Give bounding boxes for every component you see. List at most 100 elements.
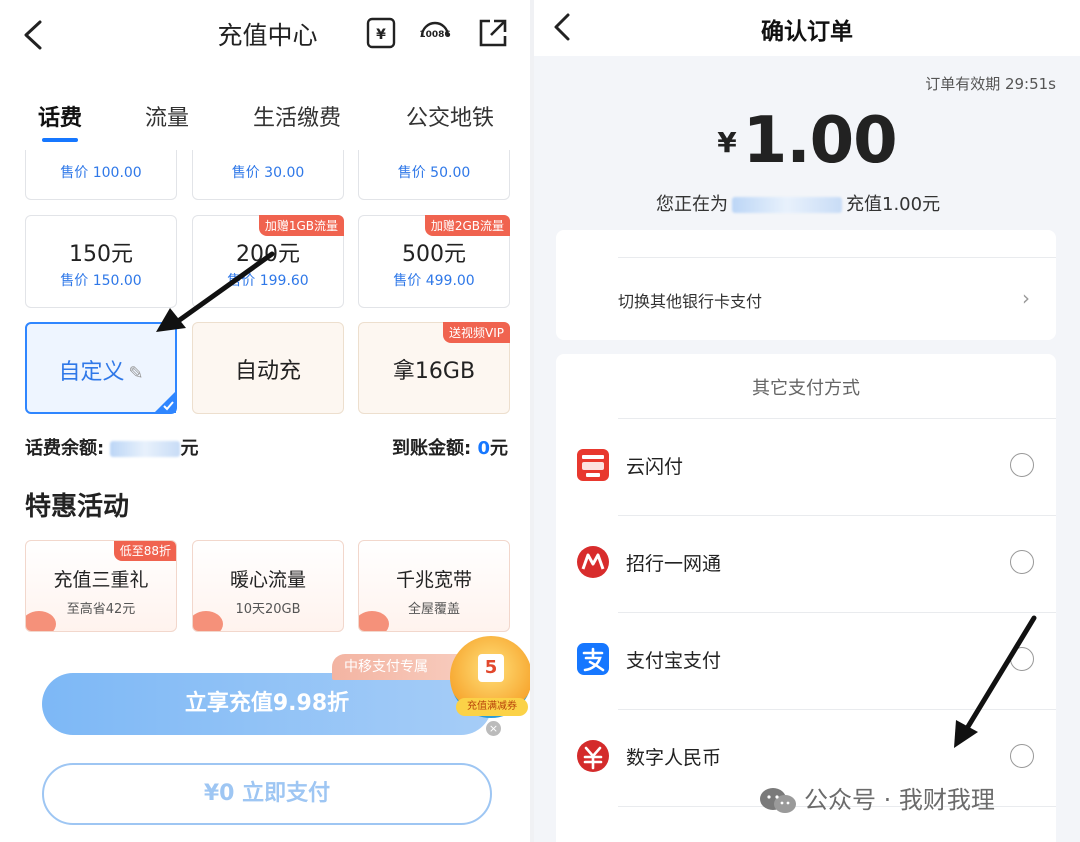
alipay-icon [577,643,609,675]
promo-decoration [359,611,389,631]
share-icon[interactable] [476,16,510,50]
other-methods-title: 其它支付方式 [752,378,860,399]
method-name: 云闪付 [626,456,684,478]
hotline-label: 10086 [419,30,450,40]
order-amount: ¥1.00 [534,104,1080,178]
data-16gb-label: 拿16GB [392,359,476,384]
bill-icon[interactable]: ¥ [364,16,398,50]
for-suffix: 充值1.00元 [846,194,941,215]
amount-card-500[interactable]: 加赠2GB流量 500元 售价 499.00 [358,215,510,308]
cmb-icon [577,546,609,578]
promo-decoration [193,611,223,631]
custom-amount-card[interactable]: 自定义 ✎ [25,322,177,414]
order-confirm-screen: 确认订单 订单有效期 29:51s ¥1.00 您正在为 充值1.00元 切换其他… [534,0,1080,842]
bonus-badge: 加赠1GB流量 [258,215,344,236]
promo-title: 充值三重礼 [53,569,149,591]
pay-method-alipay[interactable]: 支付宝支付 [556,612,1056,709]
price-label: 售价 100.00 [60,165,142,181]
pay-now-button[interactable]: ¥0 立即支付 [42,763,492,825]
masked-number [732,197,842,213]
bonus-badge: 加赠2GB流量 [424,215,510,236]
payment-methods: 其它支付方式 云闪付 招行一网通 支付宝支付 数字人民币 [556,354,1056,842]
amount-card[interactable]: 售价 30.00 [192,150,344,200]
ecny-icon [577,740,609,772]
amount-card[interactable]: 售价 50.00 [358,150,510,200]
tab-data[interactable]: 流量 [145,100,189,132]
customer-service-icon[interactable]: 10086 [418,16,452,50]
promo-title: 千兆宽带 [395,569,472,591]
coupon-tag: 充值满减券 [456,698,528,716]
tab-transit[interactable]: 公交地铁 [406,100,494,132]
amount-card[interactable]: 售价 100.00 [25,150,177,200]
promo-decoration [26,611,56,631]
chevron-right-icon: › [1022,286,1030,310]
for-prefix: 您正在为 [656,194,728,215]
data-16gb-card[interactable]: 送视频VIP 拿16GB [358,322,510,414]
divider [618,709,1056,710]
unionpay-quickpass-icon [577,449,609,481]
divider [618,418,1056,419]
radio-button[interactable] [1010,550,1034,574]
recharge-center-screen: 充值中心 ¥ 10086 话费 流量 生活缴费 公交地铁 售价 100.00 售… [0,0,530,842]
method-name: 招行一网通 [626,553,722,575]
promo-card[interactable]: 低至88折 充值三重礼 至高省42元 [25,540,177,632]
active-tab-indicator [42,138,78,142]
switch-card-row[interactable]: 切换其他银行卡支付 › [556,230,1056,340]
svg-text:¥: ¥ [376,27,386,43]
vip-badge: 送视频VIP [443,322,510,343]
tab-utilities[interactable]: 生活缴费 [253,100,341,132]
close-icon[interactable]: × [486,721,501,736]
page-title: 确认订单 [761,19,853,45]
balance: 话费余额: 元 [25,434,198,460]
amount-label: 500元 [402,242,466,267]
watermark: 公众号 · 我财我理 [758,780,995,816]
currency-symbol: ¥ [717,126,737,159]
arrival-value: 0 [477,438,490,459]
pay-method-unionpay[interactable]: 云闪付 [556,418,1056,515]
promo-title: 暖心流量 [229,569,306,591]
promo-card[interactable]: 暖心流量 10天20GB [192,540,344,632]
order-validity: 订单有效期 29:51s [925,75,1056,93]
tab-phone-bill[interactable]: 话费 [38,100,82,132]
pencil-icon: ✎ [128,363,144,384]
radio-button[interactable] [1010,744,1034,768]
recharge-target: 您正在为 充值1.00元 [656,190,940,216]
wechat-icon [760,788,796,813]
discount-recharge-button[interactable]: 立享充值9.98折 [42,673,492,735]
page-title: 充值中心 [217,21,318,50]
discount-badge: 低至88折 [113,541,176,561]
divider [618,257,1056,258]
amount-label: 200元 [236,242,300,267]
amount-label: 150元 [69,242,133,267]
masked-balance [110,441,181,457]
pay-method-cmb[interactable]: 招行一网通 [556,515,1056,612]
auto-recharge-label: 自动充 [234,359,301,384]
header: 充值中心 ¥ 10086 [0,0,530,70]
balance-suffix: 元 [180,438,199,459]
arrival-suffix: 元 [490,438,508,459]
balance-label: 话费余额: [25,438,105,459]
divider [618,515,1056,516]
divider [618,612,1056,613]
radio-button[interactable] [1010,453,1034,477]
price-label: 售价 50.00 [397,165,471,181]
radio-button[interactable] [1010,647,1034,671]
price-label: 售价 150.00 [60,273,142,289]
arrival-label: 到账金额: [391,438,472,459]
amount-card-150[interactable]: 150元 售价 150.00 [25,215,177,308]
price-label: 售价 199.60 [227,273,309,289]
amount-value: 1.00 [742,104,898,178]
method-name: 数字人民币 [626,747,722,769]
amount-card-200[interactable]: 加赠1GB流量 200元 售价 199.60 [192,215,344,308]
selected-check-icon [154,391,176,413]
header: 确认订单 [534,0,1080,56]
auto-recharge-card[interactable]: 自动充 [192,322,344,414]
tab-bar: 话费 流量 生活缴费 公交地铁 [0,96,530,146]
back-icon[interactable] [20,18,50,52]
promo-card[interactable]: 千兆宽带 全屋覆盖 [358,540,510,632]
watermark-text: 公众号 · 我财我理 [804,786,995,814]
method-name: 支付宝支付 [626,650,722,672]
price-label: 售价 30.00 [231,165,305,181]
price-label: 售价 499.00 [393,273,475,289]
switch-card-label: 切换其他银行卡支付 [618,292,763,311]
